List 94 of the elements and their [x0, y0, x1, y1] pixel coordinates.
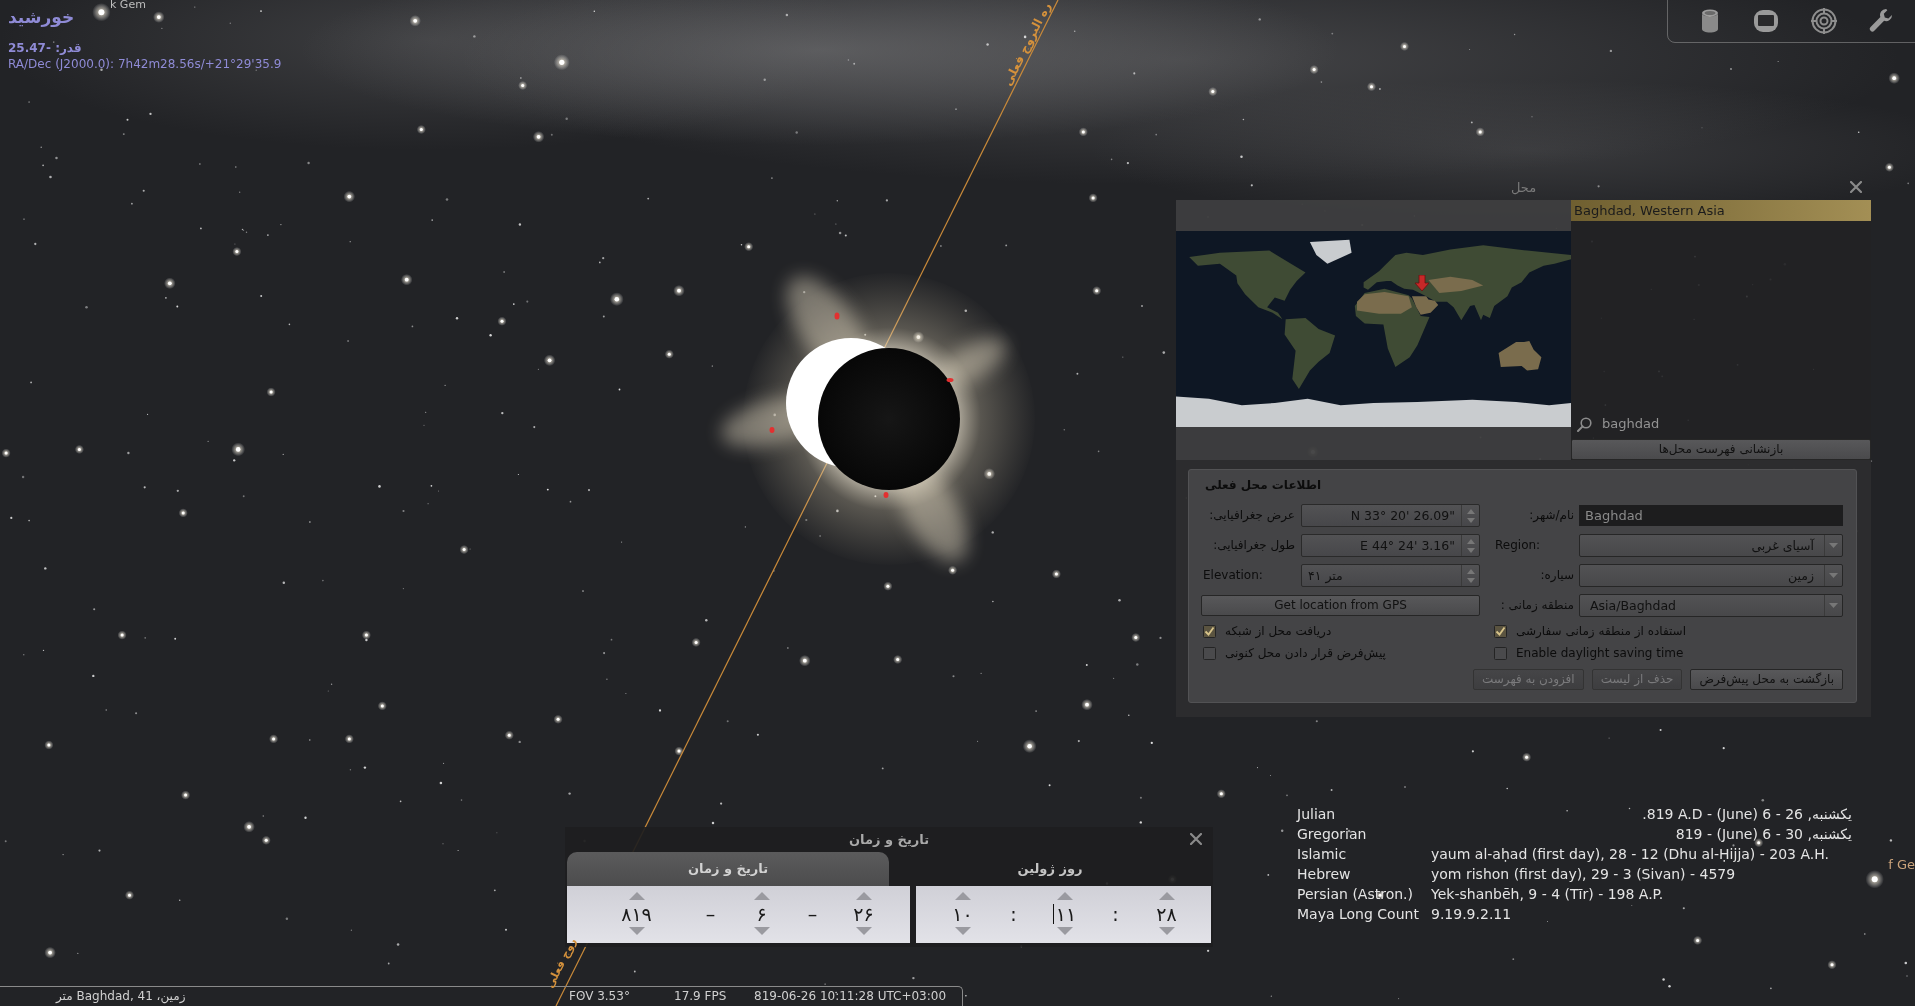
dropdown-arrow-icon[interactable] — [1829, 573, 1838, 578]
checkbox[interactable] — [1203, 646, 1216, 660]
checkbox[interactable] — [1494, 646, 1507, 660]
calendar-name: Maya Long Count — [1297, 906, 1419, 922]
dropdown-arrow-icon[interactable] — [1829, 543, 1838, 548]
calendar-name: Hebrew — [1297, 866, 1351, 882]
gps-button[interactable]: Get location from GPS — [1201, 595, 1480, 616]
time-separator: : — [1112, 903, 1119, 926]
elevation-spinbox[interactable]: ۴۱ متر — [1301, 564, 1480, 587]
ecliptic-label: ره البروج فعلی — [1000, 0, 1054, 88]
object-name: خورشید — [8, 6, 75, 28]
field-label: نام/شهر: — [1529, 508, 1574, 523]
dropdown-arrow-icon[interactable] — [1829, 603, 1838, 608]
triangle-up-icon[interactable] — [1466, 508, 1475, 514]
field-label: Elevation: — [1203, 568, 1263, 583]
magnitude-text: قدر: -25.47 — [8, 41, 82, 55]
cylinder-icon[interactable] — [1699, 8, 1721, 34]
triangle-down-icon[interactable] — [1158, 927, 1175, 935]
calendar-name: Julian — [1297, 806, 1336, 822]
triangle-down-icon[interactable] — [954, 927, 971, 935]
checkbox-label: دریافت محل از شبکه — [1225, 623, 1332, 639]
triangle-up-icon[interactable] — [753, 892, 770, 900]
second-spinner[interactable]: ۲۸ — [1141, 886, 1192, 943]
star-label: k Gem — [110, 0, 146, 11]
reset-list-button[interactable]: بازنشانی فهرست محل‌ها — [1571, 439, 1871, 460]
time-separator: : — [1010, 903, 1017, 926]
triangle-down-icon[interactable] — [1466, 577, 1475, 583]
target-icon[interactable] — [1811, 8, 1837, 34]
star-label: f Ge — [1888, 857, 1915, 873]
checkbox-label: استفاده از منطقه زمانی سفارشی — [1516, 623, 1686, 639]
date-separator: – — [705, 903, 716, 926]
day-spinner[interactable]: ۲۶ — [838, 886, 889, 943]
time-zone-dropdown[interactable]: Asia/Baghdad — [1579, 594, 1843, 617]
checkbox[interactable] — [1494, 624, 1507, 638]
triangle-up-icon[interactable] — [1466, 538, 1475, 544]
triangle-up-icon[interactable] — [628, 892, 645, 900]
hour-spinner[interactable]: ۱۰ — [937, 886, 988, 943]
fps-text: 17.9 FPS — [674, 989, 727, 1004]
checkbox[interactable] — [1203, 624, 1216, 638]
fov-text: FOV 3.53° — [569, 989, 630, 1004]
calendar-date: 9.19.9.2.11 — [1431, 906, 1512, 922]
calendar-name: Gregorian — [1297, 826, 1367, 842]
list-item[interactable]: Baghdad, Western Asia — [1571, 200, 1871, 221]
triangle-down-icon[interactable] — [628, 927, 645, 935]
triangle-down-icon[interactable] — [1056, 927, 1073, 935]
world-map-drawing[interactable] — [1176, 231, 1571, 427]
calendar-date: yom rishon (first day), 29 - 3 (Sivan) - 4579 — [1431, 866, 1736, 882]
dialog-title: تاریخ و زمان — [848, 831, 930, 848]
calendar-name: Islamic — [1297, 846, 1347, 862]
reset-location-button[interactable]: بازگشت به محل پیش‌فرض — [1690, 669, 1843, 690]
date-time-text: 819-06-26 10:11:28 UTC+03:00 — [754, 989, 947, 1004]
search-field[interactable]: baghdad — [1571, 412, 1871, 436]
latitude-spinbox[interactable]: N 33° 20' 26.09" — [1301, 504, 1480, 527]
triangle-down-icon[interactable] — [753, 927, 770, 935]
triangle-down-icon[interactable] — [1466, 517, 1475, 523]
field-label: عرض جغرافیایی: — [1209, 508, 1295, 523]
calendar-date: 819 - (June) 6 - 30 ,یکشنبه — [1675, 826, 1852, 842]
section-heading: اطلاعات محل فعلی — [1205, 478, 1322, 493]
triangle-up-icon[interactable] — [1056, 892, 1073, 900]
longitude-spinbox[interactable]: E 44° 24' 3.16" — [1301, 534, 1480, 557]
date-separator: – — [807, 903, 818, 926]
month-spinner[interactable]: ۶ — [736, 886, 787, 943]
triangle-up-icon[interactable] — [1466, 568, 1475, 574]
field-label: سیاره: — [1540, 568, 1574, 583]
checkbox-label: Enable daylight saving time — [1516, 645, 1684, 661]
close-icon[interactable] — [1190, 833, 1202, 845]
region-dropdown[interactable]: آسیای غربی — [1579, 534, 1843, 557]
location-text: متر Baghdad, 41 ،زمین — [56, 989, 186, 1004]
calendar-date: .819 A.D - (June) 6 - 26 ,یکشنبه — [1642, 806, 1852, 822]
triangle-up-icon[interactable] — [1158, 892, 1175, 900]
coordinates-text: RA/Dec (J2000.0): 7h42m28.56s/+21°29'35.9 — [8, 57, 282, 72]
field-label: طول جغرافیایی: — [1213, 538, 1295, 553]
planet-dropdown[interactable]: زمین — [1579, 564, 1843, 587]
tab[interactable]: روز ژولین — [889, 852, 1211, 886]
tab[interactable]: تاریخ و زمان — [567, 852, 889, 886]
calendar-date: Yek-shanbēh, 9 - 4 (Tīr) - 198 A.P. — [1431, 886, 1664, 902]
triangle-down-icon[interactable] — [1466, 547, 1475, 553]
field-label: Region: — [1495, 538, 1541, 553]
triangle-down-icon[interactable] — [855, 927, 872, 935]
triangle-up-icon[interactable] — [954, 892, 971, 900]
triangle-up-icon[interactable] — [855, 892, 872, 900]
field-label: منطقه زمانی : — [1500, 598, 1574, 613]
search-icon — [1577, 416, 1592, 432]
calendar-date: yaum al-aḥad (first day), 28 - 12 (Dhu al-Ḥijja) - 203 A.H. — [1431, 846, 1829, 862]
wrench-icon[interactable] — [1869, 8, 1893, 34]
calendar-name: Persian (Astron.) — [1297, 886, 1414, 902]
minute-spinner[interactable]: ۱۱ — [1039, 886, 1090, 943]
arrow-marker-icon — [1415, 275, 1429, 291]
city-name-field[interactable]: Baghdad — [1579, 505, 1843, 526]
year-spinner[interactable]: ۸۱۹ — [611, 886, 662, 943]
dialog-title: محل — [1510, 179, 1537, 196]
checkbox-label: پیش‌فرض قرار دادن محل کنونی — [1225, 645, 1386, 661]
ecliptic-label: روج فعلی — [543, 935, 580, 990]
close-icon[interactable] — [1850, 181, 1862, 193]
